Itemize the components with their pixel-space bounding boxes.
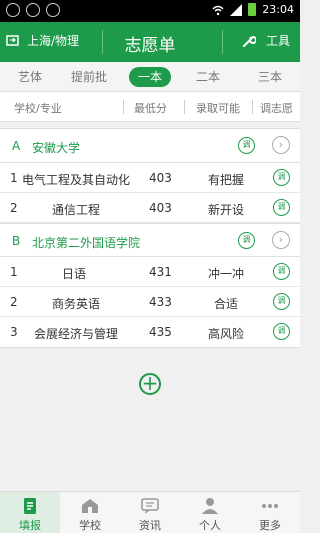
adjust-icon[interactable]: 调	[273, 323, 290, 340]
col-school-major: 学校/专业	[14, 102, 62, 115]
col-min-score: 最低分	[134, 102, 167, 115]
major-chance: 新开设	[208, 203, 245, 217]
major-chance: 合适	[214, 297, 239, 311]
major-name: 会展经济与管理	[34, 327, 119, 341]
more-icon	[262, 504, 278, 508]
wifi-icon	[212, 5, 224, 15]
major-name: 日语	[62, 267, 87, 281]
university-header[interactable]: B 北京第二外国语学院 调 ›	[0, 223, 300, 257]
major-row[interactable]: 2 通信工程 403 新开设 调	[0, 193, 300, 223]
tab-art-sports[interactable]: 艺体	[10, 67, 50, 87]
major-chance: 有把握	[208, 173, 245, 187]
major-number: 2	[10, 201, 18, 215]
tools-label: 工具	[265, 34, 290, 48]
major-row[interactable]: 1 日语 431 冲一冲 调	[0, 257, 300, 287]
major-row[interactable]: 3 会展经济与管理 435 高风险 调	[0, 317, 300, 347]
tab-second-tier[interactable]: 二本	[188, 67, 228, 87]
major-number: 2	[10, 295, 18, 309]
usb-icon	[46, 3, 60, 17]
battery-icon	[248, 3, 257, 16]
nav-profile[interactable]: 个人	[180, 492, 240, 533]
header-divider	[222, 30, 223, 54]
notification-icons	[6, 3, 60, 17]
user-icon	[202, 498, 218, 514]
notification-icon	[6, 3, 20, 17]
nav-label: 个人	[199, 519, 221, 532]
nav-label: 资讯	[139, 519, 161, 532]
bottom-nav: 填报 学校 资讯 个人 更多	[0, 491, 300, 533]
university-name: 安徽大学	[32, 141, 81, 155]
major-number: 1	[10, 171, 18, 185]
tab-first-tier[interactable]: 一本	[129, 67, 171, 87]
android-icon	[26, 3, 40, 17]
col-adjust: 调志愿	[260, 102, 293, 115]
major-min-score: 433	[149, 295, 172, 309]
nav-news[interactable]: 资讯	[120, 492, 180, 533]
col-admission-chance: 录取可能	[196, 102, 240, 115]
nav-label: 更多	[259, 519, 281, 532]
col-divider	[123, 100, 124, 114]
form-icon	[24, 498, 36, 514]
nav-label: 学校	[79, 519, 101, 532]
batch-tabs: 艺体 提前批 一本 二本 三本	[0, 62, 300, 92]
choice-list: A 安徽大学 调 › 1 电气工程及其自动化 403 有把握 调 2 通信工程 …	[0, 128, 300, 348]
app-header: 上海/物理 志愿单 工具	[0, 22, 300, 62]
major-number: 1	[10, 265, 18, 279]
nav-label: 填报	[19, 519, 41, 532]
signal-icon	[230, 3, 243, 16]
chevron-right-icon[interactable]: ›	[272, 136, 290, 154]
col-divider	[184, 100, 185, 114]
university-letter: A	[12, 139, 21, 153]
major-chance: 高风险	[208, 327, 245, 341]
major-row[interactable]: 2 商务英语 433 合适 调	[0, 287, 300, 317]
university-name: 北京第二外国语学院	[32, 236, 141, 250]
adjust-icon[interactable]: 调	[238, 137, 255, 154]
major-row[interactable]: 1 电气工程及其自动化 403 有把握 调	[0, 163, 300, 193]
tab-third-tier[interactable]: 三本	[250, 67, 290, 87]
nav-more[interactable]: 更多	[240, 492, 300, 533]
tab-early-batch[interactable]: 提前批	[66, 67, 112, 87]
status-bar: 23:04	[0, 0, 300, 22]
col-divider	[252, 100, 253, 114]
major-min-score: 403	[149, 201, 172, 215]
major-chance: 冲一冲	[208, 267, 245, 281]
major-name: 通信工程	[52, 203, 101, 217]
adjust-icon[interactable]: 调	[273, 169, 290, 186]
chevron-right-icon[interactable]: ›	[272, 231, 290, 249]
nav-fill-in[interactable]: 填报	[0, 492, 60, 533]
tools-button[interactable]: 工具	[242, 32, 290, 49]
wrench-icon	[242, 35, 256, 47]
major-min-score: 431	[149, 265, 172, 279]
adjust-icon[interactable]: 调	[273, 199, 290, 216]
major-name: 电气工程及其自动化	[22, 173, 131, 187]
major-min-score: 403	[149, 171, 172, 185]
major-min-score: 435	[149, 325, 172, 339]
add-choice-button[interactable]: +	[139, 373, 161, 395]
adjust-icon[interactable]: 调	[273, 293, 290, 310]
school-icon	[82, 499, 98, 513]
system-icons: 23:04	[212, 3, 294, 16]
major-name: 商务英语	[52, 297, 101, 311]
adjust-icon[interactable]: 调	[238, 232, 255, 249]
adjust-icon[interactable]: 调	[273, 263, 290, 280]
university-header[interactable]: A 安徽大学 调 ›	[0, 129, 300, 163]
nav-schools[interactable]: 学校	[60, 492, 120, 533]
column-header: 学校/专业 最低分 录取可能 调志愿	[0, 92, 300, 122]
major-number: 3	[10, 325, 18, 339]
status-time: 23:04	[262, 3, 294, 16]
university-letter: B	[12, 234, 21, 248]
chat-icon	[141, 498, 159, 514]
